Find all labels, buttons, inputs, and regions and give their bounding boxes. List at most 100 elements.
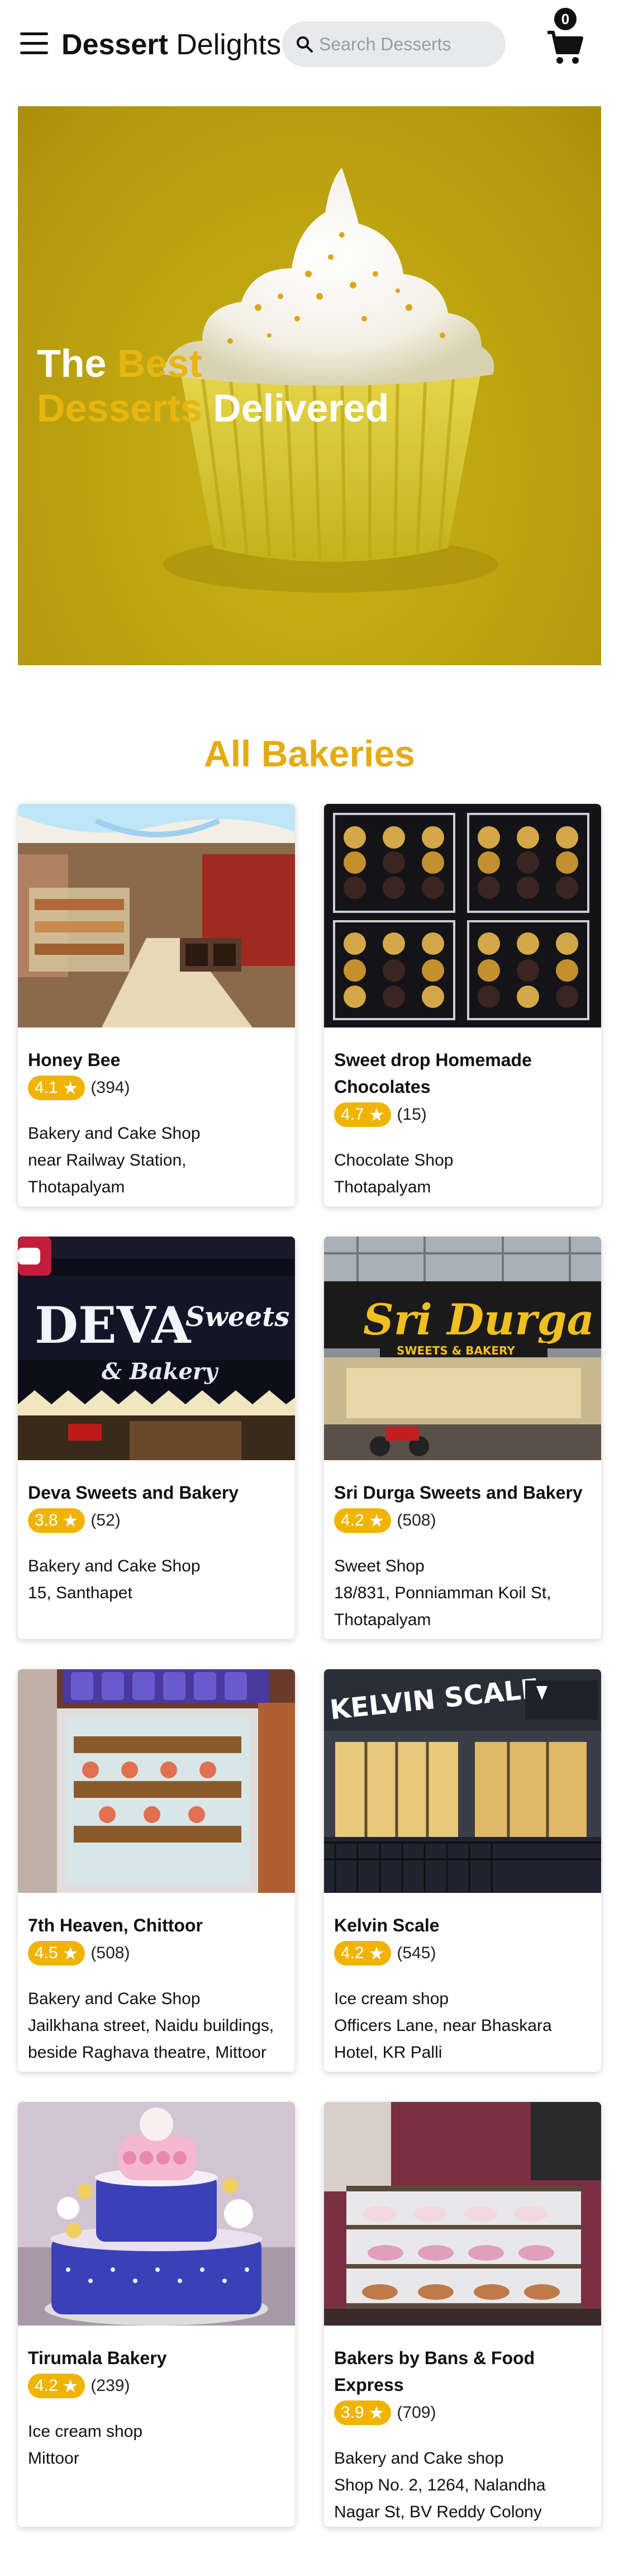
star-icon: ★ bbox=[368, 1105, 385, 1125]
bakery-card[interactable]: Tirumala Bakery 4.2 ★ (239) Ice cream sho… bbox=[18, 2102, 295, 2527]
bakery-address-line: beside Raghava theatre, Mittoor bbox=[28, 2043, 266, 2062]
rating-badge: 3.8 ★ bbox=[28, 1508, 85, 1533]
rating-value: 4.5 bbox=[35, 1944, 58, 1962]
cart-button[interactable]: 0 bbox=[543, 8, 588, 69]
bakery-address-line: Thotapalyam bbox=[334, 1178, 431, 1196]
bakery-name: Sri Durga Sweets and Bakery bbox=[334, 1483, 583, 1503]
star-icon: ★ bbox=[368, 1943, 385, 1963]
bakery-card[interactable]: DEVA Sweets & Bakery Deva Sweets and Bak… bbox=[18, 1237, 295, 1639]
star-icon: ★ bbox=[62, 1943, 79, 1963]
rating-badge: 3.9 ★ bbox=[334, 2400, 392, 2425]
bakery-photo bbox=[324, 804, 601, 1027]
bakery-card[interactable]: KELVIN SCALE Kelvin Scale 4.2 ★ (545) Ice… bbox=[324, 1669, 601, 2072]
rating-row: 4.2 ★ (508) bbox=[334, 1507, 591, 1534]
bakery-address-line: Shop No. 2, 1264, Nalandha bbox=[334, 2476, 546, 2494]
rating-badge: 4.2 ★ bbox=[334, 1508, 392, 1533]
rating-badge: 4.7 ★ bbox=[334, 1102, 392, 1127]
bakery-photo: Sri Durga SWEETS & BAKERY bbox=[324, 1237, 601, 1460]
bakery-category: Bakery and Cake Shop bbox=[28, 1990, 201, 2008]
brand-rest: Delights bbox=[168, 29, 282, 61]
bakery-card[interactable]: Honey Bee 4.1 ★ (394) Bakery and Cake Sho… bbox=[18, 804, 295, 1206]
bakery-photo bbox=[18, 2102, 295, 2326]
cart-icon bbox=[547, 31, 583, 64]
brand-bold: Dessert bbox=[61, 29, 168, 61]
rating-row: 3.9 ★ (709) bbox=[334, 2399, 591, 2426]
bakery-photo bbox=[18, 804, 295, 1027]
bakery-category: Bakery and Cake shop bbox=[334, 2449, 504, 2468]
bakery-photo: KELVIN SCALE bbox=[324, 1669, 601, 1893]
bakery-name: Tirumala Bakery bbox=[28, 2348, 167, 2368]
rating-count: (545) bbox=[397, 1944, 436, 1962]
rating-value: 3.8 bbox=[35, 1511, 58, 1530]
cart-count-badge: 0 bbox=[554, 8, 577, 30]
rating-row: 3.8 ★ (52) bbox=[28, 1507, 285, 1534]
rating-value: 4.2 bbox=[35, 2376, 58, 2395]
shop-sign-text: Sri Durga bbox=[363, 1295, 594, 1344]
star-icon: ★ bbox=[368, 2403, 385, 2423]
bakery-photo bbox=[18, 1669, 295, 1893]
bakery-address-line: Hotel, KR Palli bbox=[334, 2043, 442, 2062]
bakery-photo bbox=[324, 2102, 601, 2326]
bakery-card[interactable]: Bakers by Bans & Food Express 3.9 ★ (709)… bbox=[324, 2102, 601, 2527]
bakery-category: Ice cream shop bbox=[334, 1990, 449, 2008]
search-bar[interactable] bbox=[282, 21, 506, 67]
hero-line2-white: Delivered bbox=[202, 386, 389, 430]
brand-logo[interactable]: Dessert Delights bbox=[61, 27, 281, 63]
bakery-card[interactable]: 7th Heaven, Chittoor 4.5 ★ (508) Bakery a… bbox=[18, 1669, 295, 2072]
hero-line1-white: The bbox=[37, 342, 117, 385]
bakery-address-line: Thotapalyam bbox=[28, 1178, 125, 1196]
rating-count: (15) bbox=[397, 1105, 427, 1124]
shop-sign-text: DEVA bbox=[35, 1296, 191, 1355]
top-navbar: Dessert Delights 0 bbox=[0, 0, 619, 89]
bakery-address-line: Thotapalyam bbox=[334, 1611, 431, 1629]
shop-sign-sub: SWEETS & BAKERY bbox=[397, 1344, 515, 1357]
rating-value: 3.9 bbox=[341, 2403, 364, 2422]
rating-badge: 4.1 ★ bbox=[28, 1076, 85, 1100]
hero-headline: The Best Desserts Delivered bbox=[37, 341, 389, 430]
rating-count: (394) bbox=[91, 1078, 130, 1097]
search-icon bbox=[297, 36, 313, 53]
hero-line1-accent: Best bbox=[117, 342, 202, 385]
rating-badge: 4.5 ★ bbox=[28, 1941, 85, 1966]
search-input[interactable] bbox=[319, 21, 498, 67]
bakery-address-line: 15, Santhapet bbox=[28, 1584, 132, 1602]
rating-value: 4.2 bbox=[341, 1944, 364, 1962]
hero-line2-accent: Desserts bbox=[37, 386, 202, 430]
bakery-name: Kelvin Scale bbox=[334, 1915, 440, 1935]
hero-banner: The Best Desserts Delivered bbox=[18, 106, 601, 665]
bakery-address-line: near Railway Station, bbox=[28, 1151, 187, 1169]
rating-value: 4.1 bbox=[35, 1078, 58, 1097]
bakery-category: Chocolate Shop bbox=[334, 1151, 454, 1169]
bakery-address-line: Mittoor bbox=[28, 2449, 79, 2468]
star-icon: ★ bbox=[368, 1510, 385, 1531]
bakery-category: Sweet Shop bbox=[334, 1557, 425, 1575]
rating-count: (508) bbox=[91, 1944, 130, 1962]
bakery-address-line: Jailkhana street, Naidu buildings, bbox=[28, 2016, 274, 2035]
bakery-name: Sweet drop Homemade Chocolates bbox=[334, 1050, 532, 1097]
rating-value: 4.7 bbox=[341, 1105, 364, 1124]
bakery-photo: DEVA Sweets & Bakery bbox=[18, 1237, 295, 1460]
bakery-category: Bakery and Cake Shop bbox=[28, 1124, 201, 1143]
rating-row: 4.2 ★ (545) bbox=[334, 1940, 591, 1967]
rating-row: 4.7 ★ (15) bbox=[334, 1101, 591, 1128]
rating-row: 4.2 ★ (239) bbox=[28, 2373, 285, 2399]
rating-row: 4.1 ★ (394) bbox=[28, 1074, 285, 1101]
shop-sign-sub: Sweets bbox=[185, 1301, 289, 1333]
rating-value: 4.2 bbox=[341, 1511, 364, 1530]
bakery-address-line: Officers Lane, near Bhaskara bbox=[334, 2016, 552, 2035]
bakery-name: Deva Sweets and Bakery bbox=[28, 1483, 239, 1503]
bakery-name: Bakers by Bans & Food Express bbox=[334, 2348, 535, 2395]
rating-count: (508) bbox=[397, 1511, 436, 1530]
bakery-category: Ice cream shop bbox=[28, 2422, 143, 2441]
section-title: All Bakeries bbox=[204, 733, 415, 774]
bakery-address-line: 18/831, Ponniamman Koil St, bbox=[334, 1584, 551, 1602]
rating-count: (239) bbox=[91, 2376, 130, 2395]
bakery-card[interactable]: Sri Durga SWEETS & BAKERY Sri Durga Swee… bbox=[324, 1237, 601, 1639]
bakery-name: Honey Bee bbox=[28, 1050, 121, 1070]
bakery-category: Bakery and Cake Shop bbox=[28, 1557, 201, 1575]
bakery-card[interactable]: Sweet drop Homemade Chocolates 4.7 ★ (15)… bbox=[324, 804, 601, 1206]
bakery-name: 7th Heaven, Chittoor bbox=[28, 1915, 203, 1935]
menu-icon[interactable] bbox=[20, 32, 48, 55]
star-icon: ★ bbox=[62, 1078, 79, 1098]
bakery-address-line: Nagar St, BV Reddy Colony bbox=[334, 2503, 542, 2521]
